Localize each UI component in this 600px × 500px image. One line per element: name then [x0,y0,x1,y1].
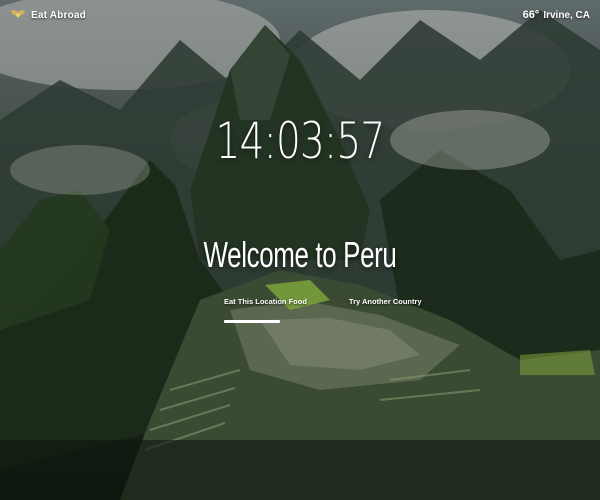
eat-location-food-link[interactable]: Eat This Location Food [224,297,307,306]
try-another-country-link[interactable]: Try Another Country [349,297,422,306]
active-tab-underline [224,320,280,323]
brand-logo-link[interactable]: Eat Abroad [10,9,86,21]
action-links: Eat This Location Food Try Another Count… [224,297,422,306]
brand-name: Eat Abroad [31,9,86,21]
clock-display: 14:03:57 [215,112,386,170]
welcome-heading: Welcome to Peru [203,234,397,275]
weather-temperature: 66° [522,9,540,21]
top-bar: Eat Abroad 66° Irvine, CA [0,0,600,36]
weather-location: Irvine, CA [543,9,590,21]
winged-logo-icon [10,10,26,18]
weather-widget: 66° Irvine, CA [523,9,590,21]
